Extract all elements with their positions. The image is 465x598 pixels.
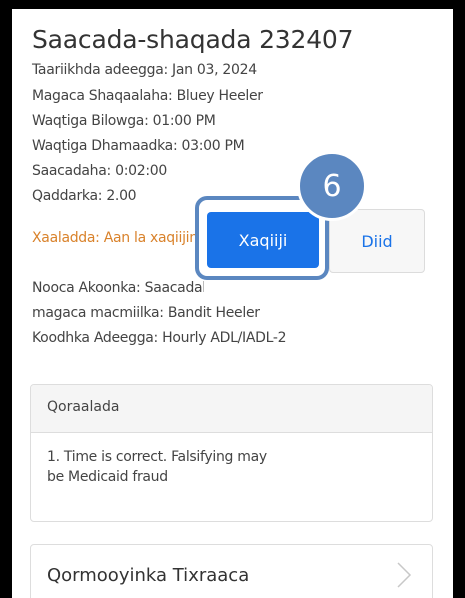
step-number-badge: 6 xyxy=(297,151,367,221)
page-title: Saacada-shaqada 232407 xyxy=(32,25,354,54)
screenshot-frame: Saacada-shaqada 232407 Taariikhda adeegg… xyxy=(0,0,465,598)
verify-button[interactable]: Xaqiiji xyxy=(207,212,319,268)
account-type: Nooca Akoonka: Saacadaha xyxy=(32,280,204,296)
worker-name: Magaca Shaqaalaha: Bluey Heeler xyxy=(32,88,263,104)
notes-header: Qoraalada xyxy=(31,385,432,433)
hours: Saacadaha: 0:02:00 xyxy=(32,163,167,179)
tasks-row[interactable]: Qormooyinka Tixraaca xyxy=(30,544,433,598)
end-time: Waqtiga Dhamaadka: 03:00 PM xyxy=(32,138,245,154)
tasks-label: Qormooyinka Tixraaca xyxy=(47,564,250,586)
status-text: Xaaladda: Aan la xaqiijin xyxy=(32,230,198,246)
visit-detail-screen: Saacada-shaqada 232407 Taariikhda adeegg… xyxy=(12,9,453,598)
service-code: Koodhka Adeegga: Hourly ADL/IADL-2 xyxy=(32,330,287,346)
amount: Qaddarka: 2.00 xyxy=(32,188,137,204)
notes-panel: Qoraalada 1. Time is correct. Falsifying… xyxy=(30,384,433,522)
notes-text: 1. Time is correct. Falsifying may be Me… xyxy=(47,449,267,485)
start-time: Waqtiga Bilowga: 01:00 PM xyxy=(32,113,216,129)
service-date: Taariikhda adeegga: Jan 03, 2024 xyxy=(32,62,257,78)
client-name: magaca macmiilka: Bandit Heeler xyxy=(32,305,260,321)
chevron-right-icon xyxy=(396,560,416,590)
